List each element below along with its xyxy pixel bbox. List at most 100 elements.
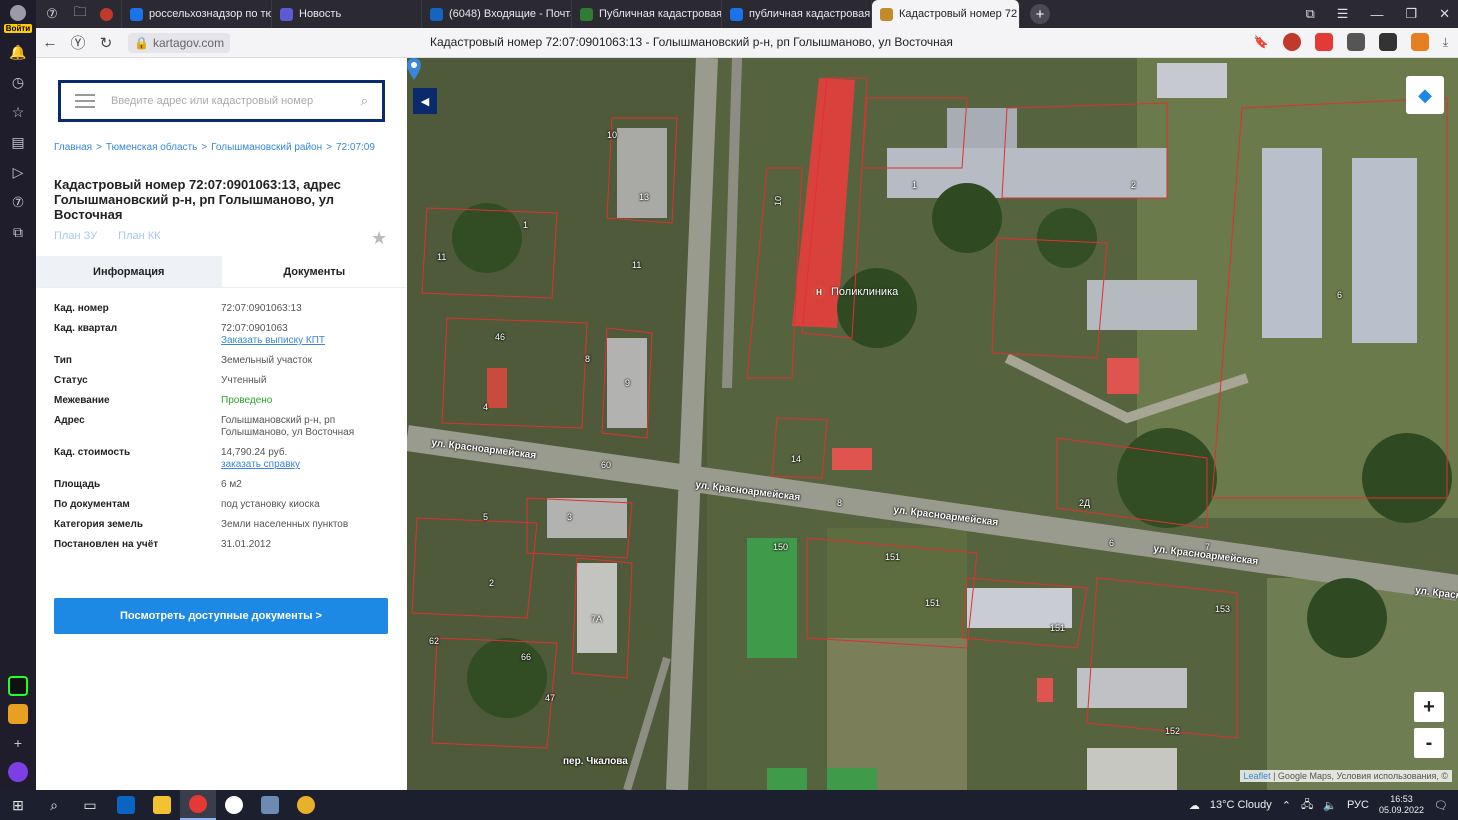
task-view-icon[interactable]: ▭	[72, 790, 108, 820]
search-icon[interactable]: ⌕	[361, 93, 368, 109]
detail-value: Голышмановский р-н, рп Голышманово, ул В…	[221, 415, 355, 438]
hamburger-menu-icon[interactable]	[75, 94, 95, 108]
bookmarks-icon[interactable]: ☆	[7, 101, 29, 123]
outlook-app[interactable]	[108, 790, 144, 820]
breadcrumb-link[interactable]: Голышмановский район	[211, 142, 322, 153]
add-panel-icon[interactable]: +	[7, 732, 29, 754]
download-icon[interactable]: ⤓	[1443, 35, 1448, 50]
windows-taskbar: ⊞ ⌕ ▭ ☁ 13°C Cloudy ⌃ 🖧 🔈 РУС 16:53 05.0…	[0, 790, 1458, 820]
url-field[interactable]: 🔒 kartagov.com	[128, 32, 231, 53]
alice-app-icon[interactable]	[8, 676, 28, 696]
favorite-star-icon[interactable]: ★	[371, 228, 387, 249]
tab-information[interactable]: Информация	[36, 256, 222, 287]
weather-text[interactable]: 13°C Cloudy	[1210, 799, 1272, 811]
tab-label: публичная кадастровая к	[749, 8, 872, 20]
tab-item[interactable]: публичная кадастровая к	[722, 0, 872, 28]
tab-counter-icon[interactable]: ⑦	[40, 4, 64, 24]
history-icon[interactable]: ◷	[7, 71, 29, 93]
tab-item[interactable]: Новость	[272, 0, 422, 28]
play-icon[interactable]: ▷	[7, 161, 29, 183]
volume-icon[interactable]: 🔈	[1323, 799, 1337, 812]
order-kpt-link[interactable]: Заказать выписку КПТ	[221, 335, 391, 347]
plan-zu-link[interactable]: План ЗУ	[54, 230, 97, 242]
reload-icon[interactable]: ↻	[92, 34, 120, 52]
folder-icon[interactable]: 🗀	[68, 4, 92, 24]
notifications-icon[interactable]: 🗨	[1434, 799, 1448, 812]
new-tab-button[interactable]: +	[1030, 4, 1050, 24]
extension-icon[interactable]	[1346, 33, 1365, 51]
extension-icon[interactable]	[1314, 33, 1333, 51]
poi-polyclinic[interactable]: Н Поликлиника	[813, 286, 898, 298]
tabs-menu-icon[interactable]: ⧉	[1305, 6, 1314, 22]
detail-key: По документам	[54, 499, 130, 510]
tab-label: (6048) Входящие - Почта	[449, 8, 572, 20]
breadcrumb-link[interactable]: Главная	[54, 142, 92, 153]
zoom-out-button[interactable]: -	[1414, 728, 1444, 758]
plot-number: 150	[773, 542, 789, 552]
extension-icon[interactable]	[1410, 33, 1429, 51]
order-certificate-link[interactable]: заказать справку	[221, 459, 391, 471]
satellite-map[interactable]: ◀ ◆ Н Поликлиника ул. Красноармейская ул…	[407, 58, 1458, 790]
detail-value: 14,790.24 руб. заказать справку	[221, 447, 391, 471]
extension-icon[interactable]	[1282, 33, 1301, 51]
tab-documents[interactable]: Документы	[222, 256, 408, 287]
language-indicator[interactable]: РУС	[1347, 799, 1369, 811]
tab-pinned[interactable]	[92, 0, 122, 28]
seven-icon[interactable]: ⑦	[7, 191, 29, 213]
chrome-app[interactable]	[288, 790, 324, 820]
menu-icon[interactable]: ☰	[1337, 6, 1349, 22]
app-c[interactable]	[216, 790, 252, 820]
layers-button[interactable]: ◆	[1406, 76, 1444, 114]
zoom-in-button[interactable]: +	[1414, 692, 1444, 722]
bookmark-icon[interactable]: 🔖	[1254, 35, 1269, 49]
screenshot-icon[interactable]: ⧉	[7, 221, 29, 243]
network-icon[interactable]: 🖧	[1301, 796, 1313, 815]
collections-icon[interactable]: ▤	[7, 131, 29, 153]
clock[interactable]: 16:53 05.09.2022	[1379, 794, 1424, 816]
detail-value: Проведено	[221, 395, 273, 406]
tab-label: Кадастровый номер 72	[899, 8, 1018, 20]
windows-start-icon[interactable]: ⊞	[0, 790, 36, 820]
chevron-up-icon[interactable]: ⌃	[1282, 799, 1291, 812]
plot-number: 10	[772, 195, 784, 207]
yandex-icon[interactable]: Ⓨ	[64, 32, 92, 53]
location-marker-icon[interactable]	[407, 58, 421, 80]
breadcrumb-link[interactable]: Тюменская область	[106, 142, 197, 153]
explorer-app[interactable]	[144, 790, 180, 820]
yandex-browser-app[interactable]	[180, 790, 216, 820]
plan-kk-link[interactable]: План КК	[118, 230, 160, 242]
tab-item[interactable]: Публичная кадастровая к	[572, 0, 722, 28]
detail-value: 72:07:0901063:13	[221, 303, 302, 314]
mail-app-icon[interactable]	[8, 704, 28, 724]
close-window-icon[interactable]: ✕	[1439, 6, 1450, 22]
detail-value: 31.01.2012	[221, 539, 272, 550]
app-photo[interactable]	[252, 790, 288, 820]
tab-active[interactable]: Кадастровый номер 72 ✕	[872, 0, 1020, 28]
plot-number: 8	[585, 354, 591, 364]
login-badge[interactable]: Войти	[3, 24, 33, 33]
extension-icon[interactable]	[1378, 33, 1397, 51]
detail-key: Тип	[54, 355, 72, 366]
tab-item[interactable]: россельхознадзор по тюм	[122, 0, 272, 28]
plot-number: 152	[1165, 726, 1181, 736]
breadcrumb-link[interactable]: 72:07:09	[336, 142, 375, 153]
details-table: Кад. номер 72:07:0901063:13 Кад. квартал…	[54, 303, 394, 559]
search-input[interactable]	[109, 94, 329, 108]
plot-number: 60	[601, 460, 612, 470]
leaflet-link[interactable]: Leaflet	[1244, 771, 1271, 781]
search-icon[interactable]: ⌕	[36, 790, 72, 820]
detail-row: Площадь 6 м2	[54, 479, 394, 491]
tab-favicon-icon	[730, 7, 743, 21]
plot-number: 8	[837, 498, 843, 508]
bell-icon[interactable]: 🔔	[7, 41, 29, 63]
assistant-icon[interactable]	[8, 762, 28, 782]
tab-favicon-icon	[100, 7, 113, 21]
profile-avatar[interactable]: Войти	[3, 3, 33, 33]
restore-icon[interactable]: ❐	[1405, 6, 1417, 22]
back-icon[interactable]: ←	[36, 34, 64, 51]
detail-key: Кад. квартал	[54, 323, 118, 334]
tab-item[interactable]: (6048) Входящие - Почта	[422, 0, 572, 28]
view-documents-button[interactable]: Посмотреть доступные документы >	[54, 598, 388, 634]
minimize-icon[interactable]: —	[1370, 7, 1383, 22]
collapse-panel-button[interactable]: ◀	[413, 88, 437, 114]
